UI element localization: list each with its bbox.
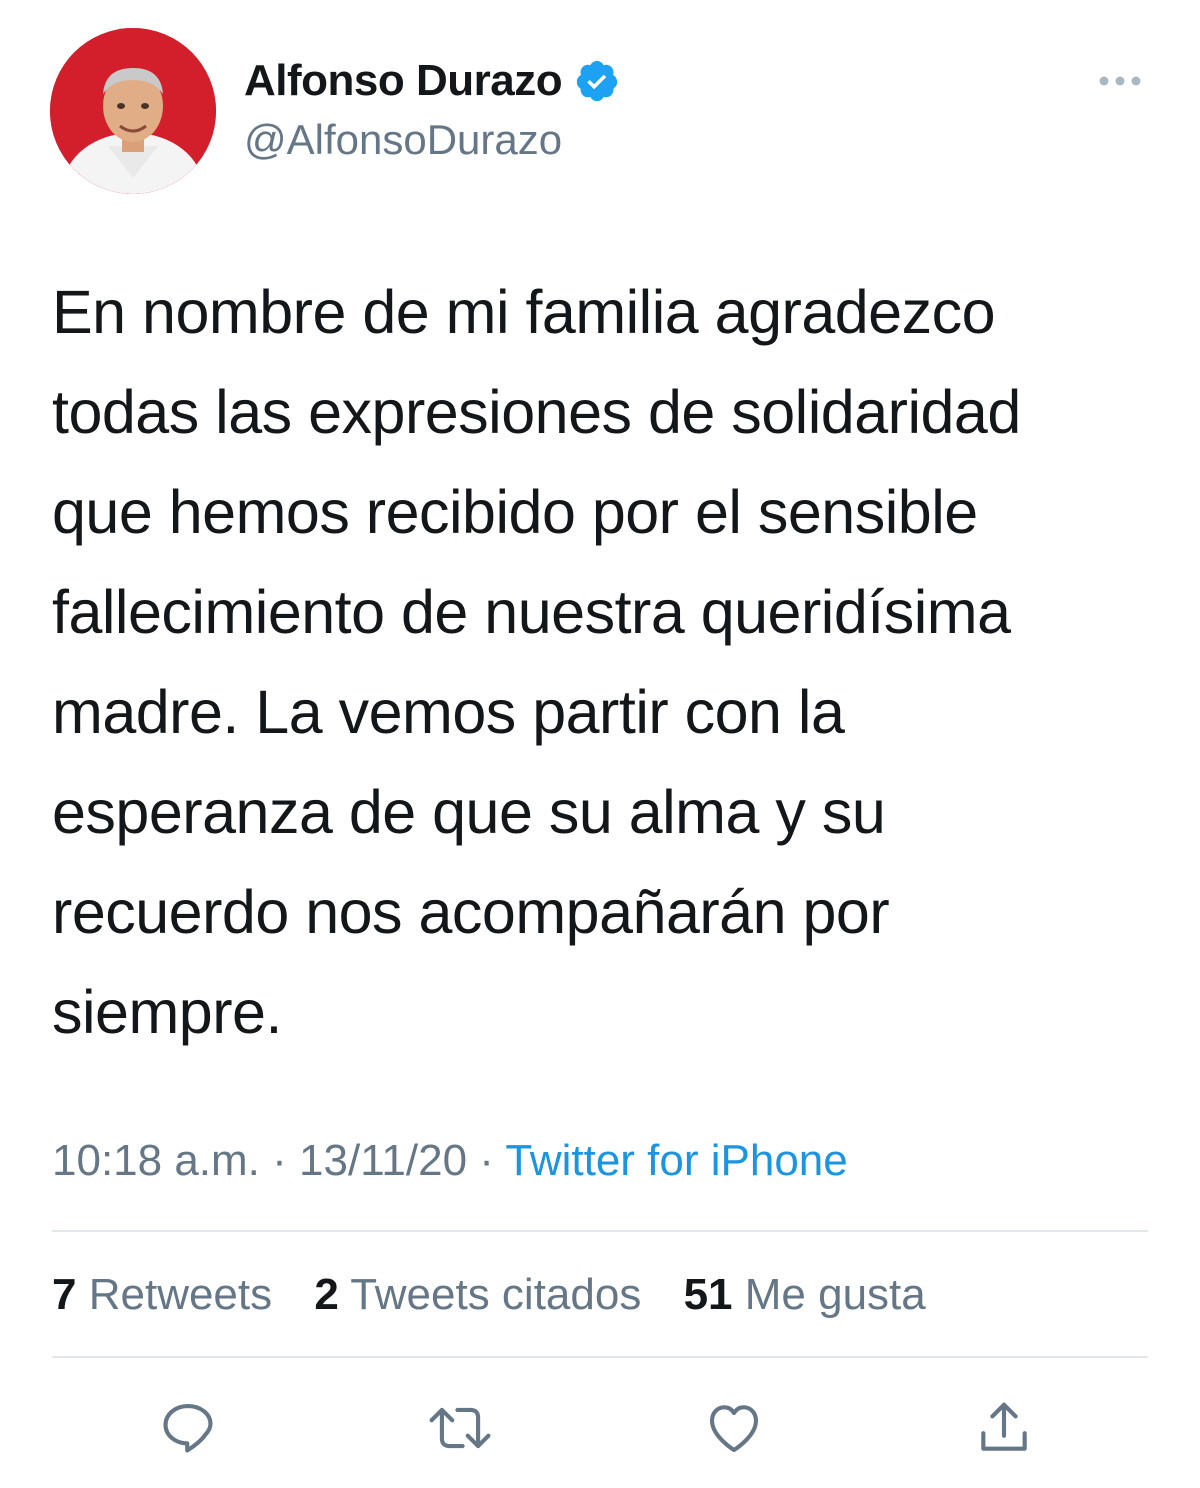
retweets-stat[interactable]: 7 Retweets bbox=[52, 1270, 284, 1319]
share-button[interactable] bbox=[968, 1392, 1040, 1464]
tweet-stats: 7 Retweets 2 Tweets citados 51 Me gusta bbox=[52, 1270, 956, 1320]
reply-icon bbox=[163, 1403, 213, 1453]
tweet-time: 10:18 a.m. bbox=[52, 1136, 260, 1185]
share-icon bbox=[981, 1402, 1027, 1451]
tweet-metadata: 10:18 a.m. · 13/11/20 · Twitter for iPho… bbox=[52, 1136, 848, 1186]
tweet-actions-bar bbox=[0, 1392, 1200, 1472]
more-options-icon[interactable] bbox=[1096, 66, 1144, 96]
quote-tweets-label: Tweets citados bbox=[350, 1270, 642, 1319]
tweet-text: En nombre de mi familia agradezco todas … bbox=[52, 278, 1021, 1046]
divider bbox=[52, 1230, 1148, 1232]
like-button[interactable] bbox=[698, 1392, 770, 1464]
retweet-icon bbox=[429, 1407, 491, 1449]
likes-stat[interactable]: 51 Me gusta bbox=[684, 1270, 926, 1319]
meta-separator: · bbox=[479, 1136, 494, 1185]
divider bbox=[52, 1356, 1148, 1358]
meta-separator: · bbox=[272, 1136, 287, 1185]
retweets-count: 7 bbox=[52, 1270, 77, 1319]
likes-label: Me gusta bbox=[744, 1270, 926, 1319]
profile-photo-icon bbox=[50, 28, 216, 194]
retweets-label: Retweets bbox=[88, 1270, 273, 1319]
author-handle[interactable]: @AlfonsoDurazo bbox=[244, 116, 562, 164]
display-name-text: Alfonso Durazo bbox=[244, 56, 563, 105]
likes-count: 51 bbox=[683, 1270, 733, 1319]
author-display-name[interactable]: Alfonso Durazo bbox=[244, 56, 620, 106]
quote-tweets-count: 2 bbox=[314, 1270, 339, 1319]
like-icon bbox=[709, 1405, 759, 1453]
avatar[interactable] bbox=[50, 28, 216, 194]
reply-button[interactable] bbox=[152, 1392, 224, 1464]
quote-tweets-stat[interactable]: 2 Tweets citados bbox=[314, 1270, 653, 1319]
tweet-source-link[interactable]: Twitter for iPhone bbox=[505, 1136, 847, 1185]
retweet-button[interactable] bbox=[424, 1392, 496, 1464]
tweet-date: 13/11/20 bbox=[299, 1136, 468, 1185]
verified-badge-icon bbox=[574, 58, 620, 104]
